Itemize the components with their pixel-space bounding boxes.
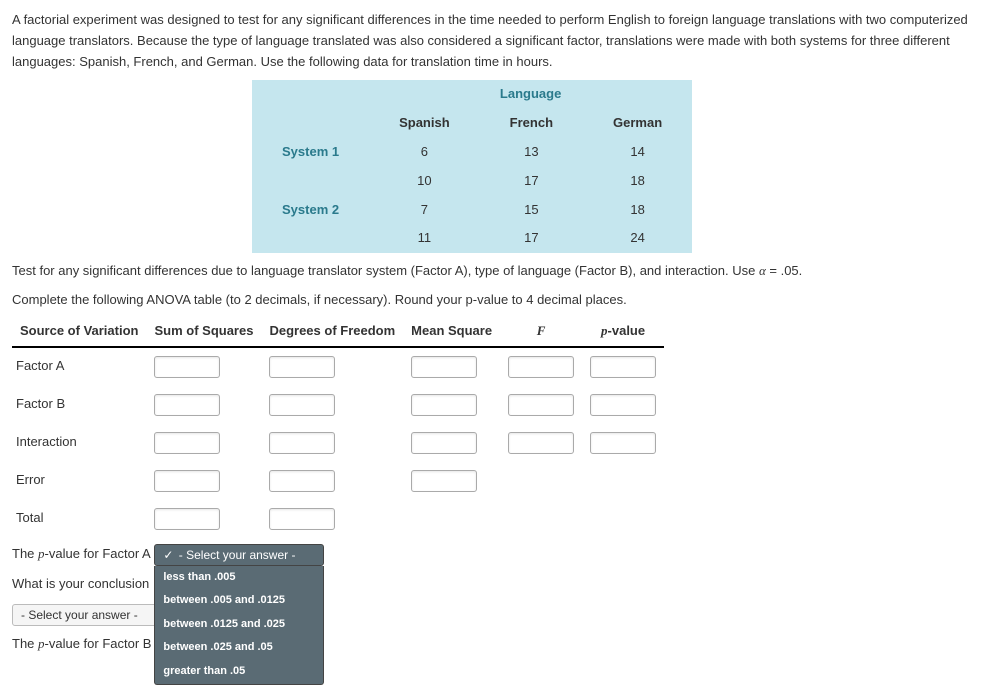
input-factor-b-f[interactable] <box>508 394 574 416</box>
data-cell: 13 <box>480 138 583 167</box>
data-cell: 14 <box>583 138 692 167</box>
anova-header-source: Source of Variation <box>12 317 146 347</box>
input-factor-b-df[interactable] <box>269 394 335 416</box>
data-cell: 10 <box>369 167 480 196</box>
row-label-blank <box>252 167 369 196</box>
input-interaction-df[interactable] <box>269 432 335 454</box>
data-cell: 17 <box>480 224 583 253</box>
data-cell: 18 <box>583 167 692 196</box>
data-cell: 24 <box>583 224 692 253</box>
anova-row-total: Total <box>12 500 146 538</box>
input-factor-b-p[interactable] <box>590 394 656 416</box>
data-cell: 17 <box>480 167 583 196</box>
data-cell: 7 <box>369 196 480 225</box>
input-factor-a-df[interactable] <box>269 356 335 378</box>
data-cell: 18 <box>583 196 692 225</box>
input-factor-a-ss[interactable] <box>154 356 220 378</box>
instruction-test: Test for any significant differences due… <box>12 261 979 282</box>
data-cell: 15 <box>480 196 583 225</box>
data-cell: 11 <box>369 224 480 253</box>
input-factor-a-f[interactable] <box>508 356 574 378</box>
input-factor-a-p[interactable] <box>590 356 656 378</box>
data-cell: 6 <box>369 138 480 167</box>
col-header-french: French <box>480 109 583 138</box>
input-factor-b-ss[interactable] <box>154 394 220 416</box>
dropdown-option[interactable]: between .025 and .05 <box>155 636 323 660</box>
row-label-system-2: System 2 <box>252 196 369 225</box>
input-interaction-f[interactable] <box>508 432 574 454</box>
input-interaction-ms[interactable] <box>411 432 477 454</box>
instruction-anova: Complete the following ANOVA table (to 2… <box>12 290 979 311</box>
row-label-blank <box>252 224 369 253</box>
col-header-german: German <box>583 109 692 138</box>
anova-row-error: Error <box>12 462 146 500</box>
anova-header-ss: Sum of Squares <box>146 317 261 347</box>
input-total-df[interactable] <box>269 508 335 530</box>
anova-header-f: F <box>500 317 582 347</box>
anova-header-df: Degrees of Freedom <box>261 317 403 347</box>
data-table-superheader: Language <box>369 80 692 109</box>
anova-row-interaction: Interaction <box>12 424 146 462</box>
pvalue-factor-a-label: The p-value for Factor A <box>12 544 151 565</box>
dropdown-option[interactable]: between .005 and .0125 <box>155 589 323 613</box>
input-interaction-ss[interactable] <box>154 432 220 454</box>
dropdown-option[interactable]: between .0125 and .025 <box>155 613 323 637</box>
row-label-system-1: System 1 <box>252 138 369 167</box>
input-total-ss[interactable] <box>154 508 220 530</box>
input-error-ss[interactable] <box>154 470 220 492</box>
dropdown-option[interactable]: greater than .05 <box>155 660 323 684</box>
input-factor-a-ms[interactable] <box>411 356 477 378</box>
anova-header-ms: Mean Square <box>403 317 500 347</box>
input-error-df[interactable] <box>269 470 335 492</box>
input-interaction-p[interactable] <box>590 432 656 454</box>
check-icon: ✓ <box>163 548 173 562</box>
intro-paragraph: A factorial experiment was designed to t… <box>12 10 979 72</box>
anova-row-factor-b: Factor B <box>12 386 146 424</box>
anova-header-p: p-value <box>582 317 664 347</box>
data-table-container: Language Spanish French German System 1 … <box>12 80 979 253</box>
dropdown-option[interactable]: less than .005 <box>155 566 323 590</box>
input-error-ms[interactable] <box>411 470 477 492</box>
anova-table: Source of Variation Sum of Squares Degre… <box>12 317 664 538</box>
col-header-spanish: Spanish <box>369 109 480 138</box>
pvalue-factor-a-dropdown[interactable]: ✓ - Select your answer - <box>154 544 324 566</box>
pvalue-factor-b-label: The p-value for Factor B <box>12 634 151 655</box>
conclusion-label: What is your conclusion <box>12 574 149 595</box>
data-table: Language Spanish French German System 1 … <box>252 80 692 253</box>
pvalue-factor-a-dropdown-list: less than .005 between .005 and .0125 be… <box>154 566 324 685</box>
anova-row-factor-a: Factor A <box>12 347 146 386</box>
input-factor-b-ms[interactable] <box>411 394 477 416</box>
